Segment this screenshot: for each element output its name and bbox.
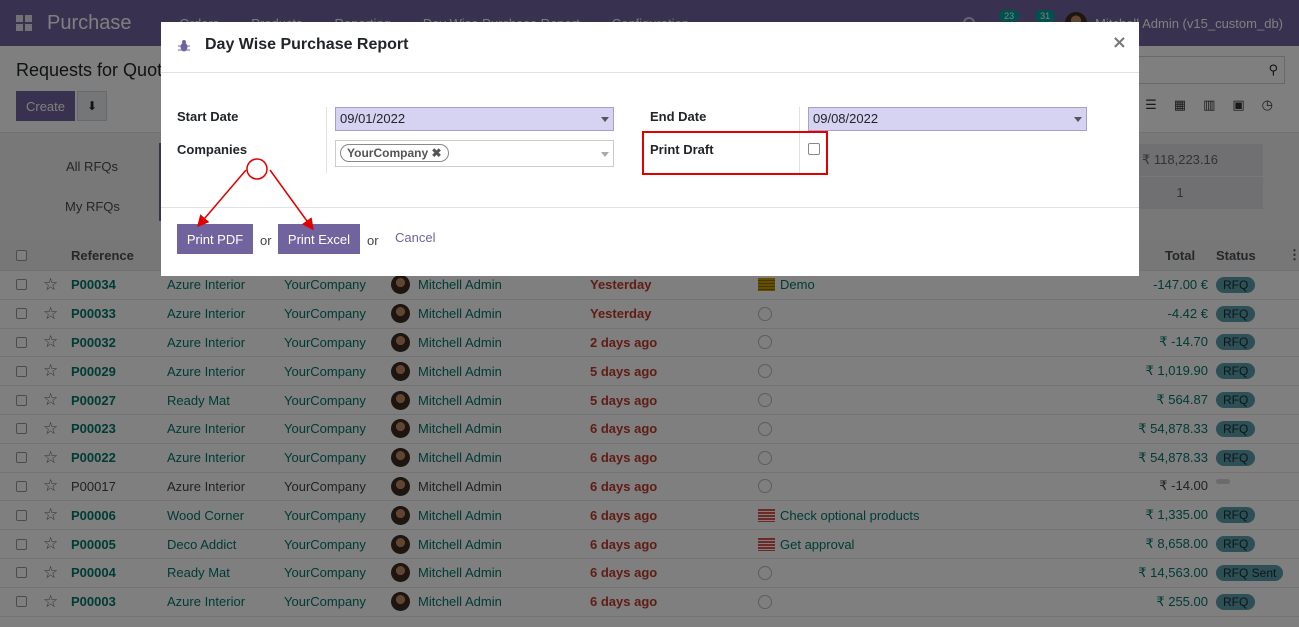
chevron-down-icon <box>601 117 609 122</box>
end-date-field[interactable]: 09/08/2022 <box>808 107 1087 131</box>
end-date-label: End Date <box>650 109 707 124</box>
dialog-footer-divider <box>161 207 1139 208</box>
dialog-header: Day Wise Purchase Report × <box>161 22 1139 73</box>
or-text: or <box>260 233 272 248</box>
field-divider <box>326 107 327 173</box>
chevron-down-icon <box>601 152 609 157</box>
print-draft-checkbox[interactable] <box>808 143 820 155</box>
cancel-link[interactable]: Cancel <box>395 230 435 245</box>
remove-tag-icon[interactable]: ✖ <box>431 146 441 160</box>
print-pdf-button[interactable]: Print PDF <box>177 224 253 254</box>
day-wise-report-dialog: Day Wise Purchase Report × Start Date 09… <box>161 22 1139 276</box>
start-date-label: Start Date <box>177 109 239 124</box>
end-date-value: 09/08/2022 <box>813 111 879 126</box>
company-tag[interactable]: YourCompany ✖ <box>340 144 449 162</box>
chevron-down-icon <box>1074 117 1082 122</box>
companies-field[interactable]: YourCompany ✖ <box>335 140 614 167</box>
print-draft-label: Print Draft <box>650 142 714 157</box>
close-icon[interactable]: × <box>1112 32 1127 53</box>
dialog-title: Day Wise Purchase Report <box>205 36 409 53</box>
start-date-value: 09/01/2022 <box>340 111 406 126</box>
or-text: or <box>367 233 379 248</box>
bug-icon <box>178 40 190 52</box>
companies-label: Companies <box>177 142 248 157</box>
print-excel-button[interactable]: Print Excel <box>278 224 360 254</box>
start-date-field[interactable]: 09/01/2022 <box>335 107 614 131</box>
company-tag-label: YourCompany <box>347 146 429 160</box>
